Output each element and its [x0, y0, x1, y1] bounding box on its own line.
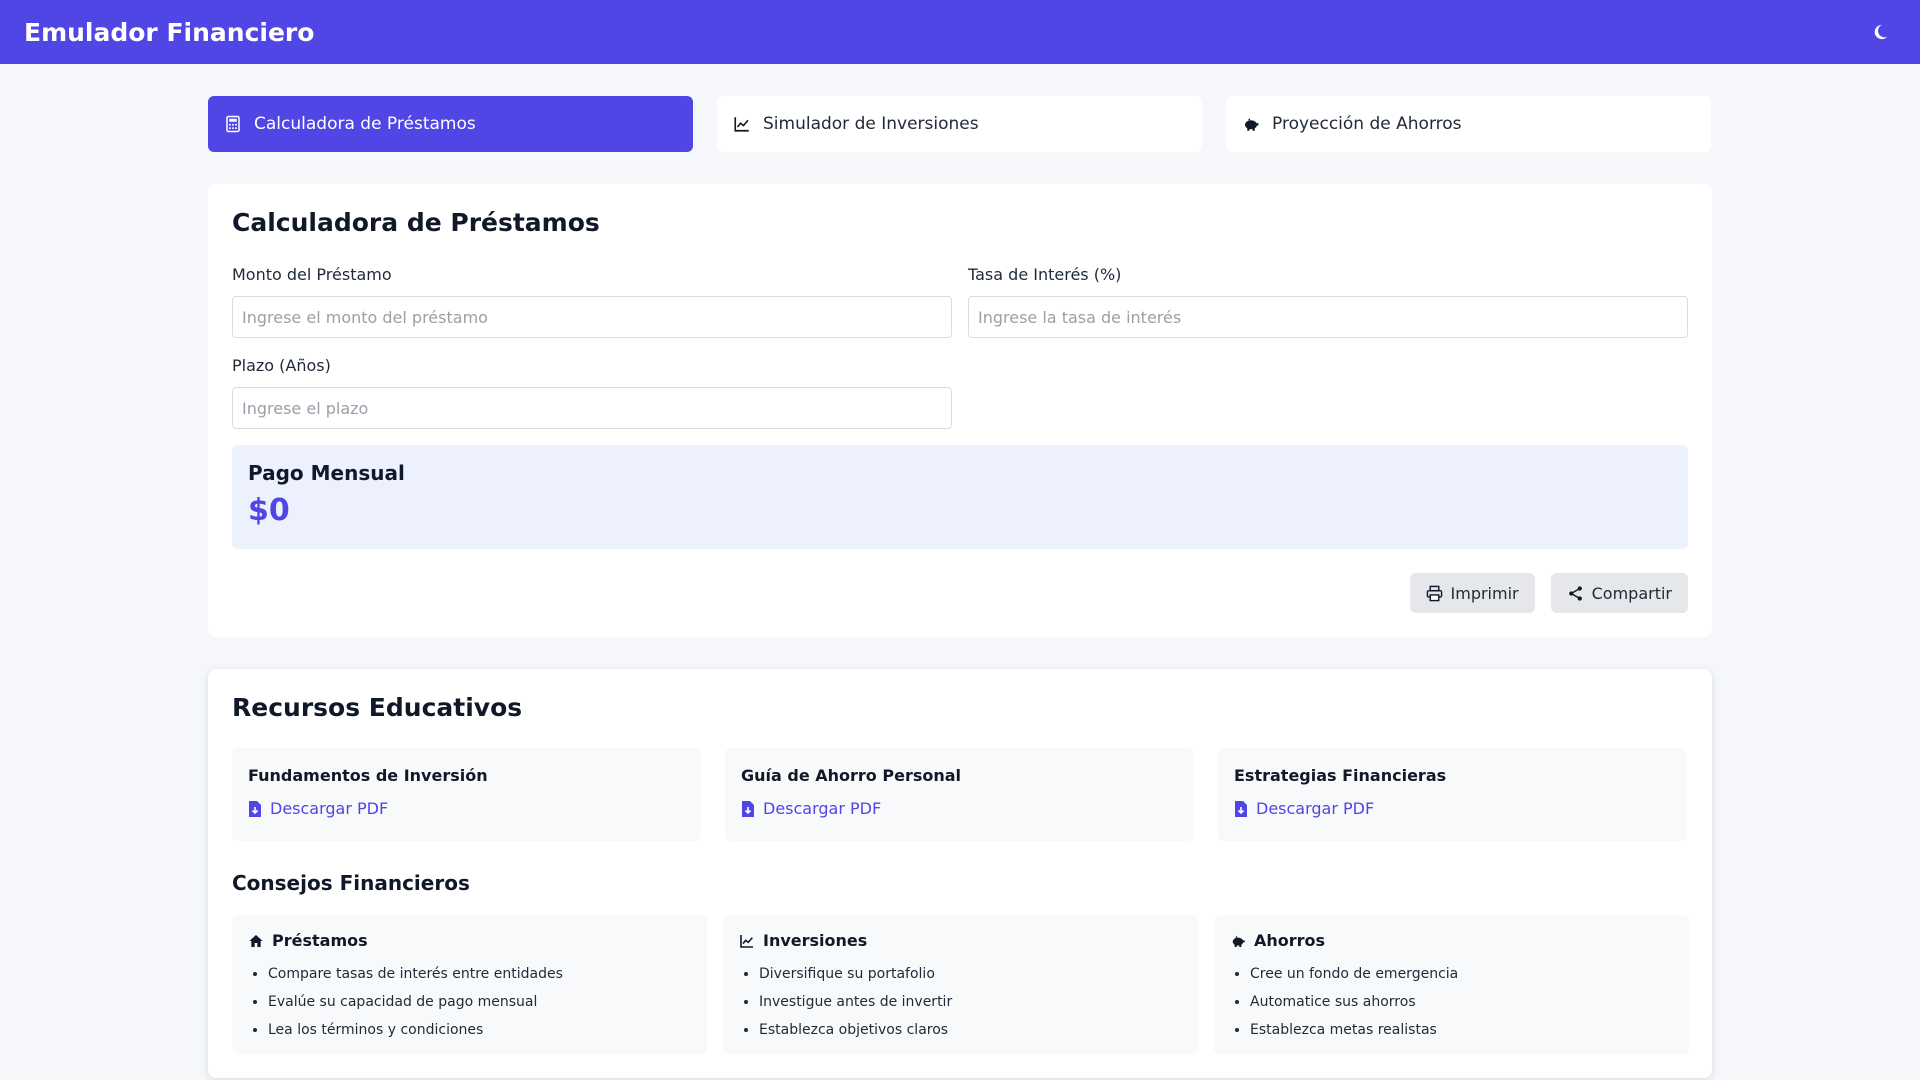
list-item: Automatice sus ahorros [1250, 988, 1673, 1016]
term-label: Plazo (Años) [232, 356, 331, 375]
download-pdf-link[interactable]: Descargar PDF [1234, 799, 1671, 818]
piggy-bank-icon [1232, 935, 1245, 947]
tab-label: Simulador de Inversiones [763, 114, 979, 134]
tab-loan-calculator[interactable]: Calculadora de Préstamos [208, 96, 693, 152]
file-download-icon [1235, 800, 1247, 817]
print-label: Imprimir [1450, 583, 1519, 603]
app-header: Emulador Financiero [0, 0, 1920, 64]
list-item: Investigue antes de invertir [759, 988, 1182, 1016]
tip-card-loans: Préstamos Compare tasas de interés entre… [232, 915, 707, 1054]
term-field-group: Plazo (Años) [232, 356, 952, 429]
list-item: Evalúe su capacidad de pago mensual [268, 988, 691, 1016]
resource-title: Estrategias Financieras [1234, 766, 1447, 785]
calculator-actions: Imprimir Compartir [232, 573, 1688, 613]
resource-title: Guía de Ahorro Personal [741, 766, 962, 785]
list-item: Compare tasas de interés entre entidades [268, 960, 691, 988]
tip-title: Ahorros [1254, 931, 1326, 950]
piggy-bank-icon [1245, 118, 1259, 131]
theme-toggle-button[interactable] [1864, 16, 1896, 48]
loan-calculator-card: Calculadora de Préstamos Monto del Prést… [208, 184, 1712, 637]
loan-amount-input[interactable] [232, 296, 952, 338]
resource-item: Guía de Ahorro Personal Descargar PDF [725, 748, 1194, 841]
tip-title: Préstamos [272, 931, 368, 950]
tip-items: Diversifique su portafolio Investigue an… [739, 960, 1182, 1044]
tip-items: Cree un fondo de emergencia Automatice s… [1230, 960, 1673, 1044]
monthly-payment-result: Pago Mensual $0 [232, 445, 1688, 549]
rate-label: Tasa de Interés (%) [968, 265, 1122, 284]
monthly-payment-label: Pago Mensual [248, 461, 405, 485]
download-pdf-label: Descargar PDF [763, 799, 882, 818]
educational-resources-card: Recursos Educativos Fundamentos de Inver… [208, 669, 1712, 1078]
download-pdf-link[interactable]: Descargar PDF [248, 799, 685, 818]
list-item: Establezca objetivos claros [759, 1016, 1182, 1044]
tab-investment-simulator[interactable]: Simulador de Inversiones [717, 96, 1202, 152]
tip-header: Ahorros [1230, 931, 1673, 950]
tip-items: Compare tasas de interés entre entidades… [248, 960, 691, 1044]
chart-line-icon [734, 117, 749, 132]
moon-icon [1874, 24, 1888, 40]
monthly-payment-value: $0 [248, 493, 290, 528]
resource-item: Estrategias Financieras Descargar PDF [1218, 748, 1687, 841]
calculator-icon [226, 115, 240, 133]
tip-title: Inversiones [763, 931, 868, 950]
main-content: Calculadora de Préstamos Simulador de In… [208, 96, 1712, 1078]
resources-title: Recursos Educativos [232, 693, 523, 722]
resource-list: Fundamentos de Inversión Descargar PDF G… [232, 748, 1688, 841]
app-title: Emulador Financiero [24, 17, 315, 47]
file-download-icon [249, 800, 261, 817]
download-pdf-label: Descargar PDF [270, 799, 389, 818]
loan-term-input[interactable] [232, 387, 952, 429]
tab-label: Calculadora de Préstamos [254, 114, 476, 134]
tip-header: Inversiones [739, 931, 1182, 950]
rate-field-group: Tasa de Interés (%) [968, 265, 1688, 338]
tab-savings-projection[interactable]: Proyección de Ahorros [1226, 96, 1711, 152]
amount-label: Monto del Préstamo [232, 265, 392, 284]
list-item: Cree un fondo de emergencia [1250, 960, 1673, 988]
download-pdf-link[interactable]: Descargar PDF [741, 799, 1178, 818]
interest-rate-input[interactable] [968, 296, 1688, 338]
loan-form: Monto del Préstamo Tasa de Interés (%) P… [232, 265, 1688, 447]
share-label: Compartir [1591, 583, 1672, 603]
home-icon [249, 934, 263, 947]
list-item: Lea los términos y condiciones [268, 1016, 691, 1044]
financial-tips-title: Consejos Financieros [232, 871, 470, 895]
tip-header: Préstamos [248, 931, 691, 950]
print-button[interactable]: Imprimir [1409, 573, 1535, 613]
list-item: Establezca metas realistas [1250, 1016, 1673, 1044]
chart-line-icon [740, 934, 753, 948]
share-button[interactable]: Compartir [1550, 573, 1688, 613]
amount-field-group: Monto del Préstamo [232, 265, 952, 338]
tip-card-savings: Ahorros Cree un fondo de emergencia Auto… [1214, 915, 1689, 1054]
tab-label: Proyección de Ahorros [1272, 114, 1462, 134]
list-item: Diversifique su portafolio [759, 960, 1182, 988]
printer-icon [1426, 585, 1442, 601]
calculator-title: Calculadora de Préstamos [232, 208, 600, 237]
download-pdf-label: Descargar PDF [1256, 799, 1375, 818]
share-icon [1568, 585, 1582, 601]
resource-title: Fundamentos de Inversión [248, 766, 488, 785]
tab-bar: Calculadora de Préstamos Simulador de In… [208, 96, 1712, 152]
tip-card-investments: Inversiones Diversifique su portafolio I… [723, 915, 1198, 1054]
file-download-icon [742, 800, 754, 817]
resource-item: Fundamentos de Inversión Descargar PDF [232, 748, 701, 841]
financial-tips-list: Préstamos Compare tasas de interés entre… [232, 915, 1689, 1054]
